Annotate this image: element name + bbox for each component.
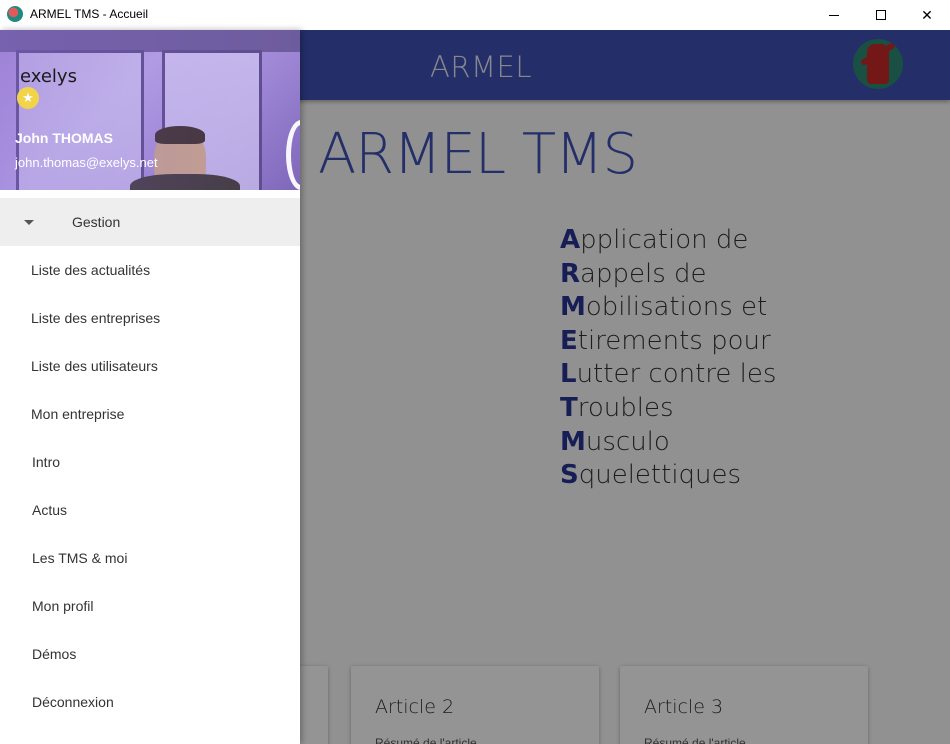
menu-group-gestion[interactable]: Gestion xyxy=(0,198,300,246)
window-title: ARMEL TMS - Accueil xyxy=(30,7,149,21)
menu-item-mon-profil[interactable]: Mon profil xyxy=(0,582,300,630)
drawer-header: exelys ★ John THOMAS john.thomas@exelys.… xyxy=(0,30,300,190)
caret-down-icon xyxy=(24,220,34,225)
close-button[interactable]: ✕ xyxy=(904,0,950,30)
menu-item-liste-entreprises[interactable]: Liste des entreprises xyxy=(0,294,300,342)
menu-item-actus[interactable]: Actus xyxy=(0,486,300,534)
menu-item-label: Mon entreprise xyxy=(31,406,125,422)
menu-item-label: Intro xyxy=(32,454,61,470)
menu-list: Liste des actualités Liste des entrepris… xyxy=(0,246,300,726)
app-icon xyxy=(7,6,23,22)
menu-item-label: Mon profil xyxy=(32,598,94,614)
maximize-icon xyxy=(876,10,886,20)
menu-item-label: Liste des entreprises xyxy=(31,310,161,326)
menu-item-label: Liste des utilisateurs xyxy=(31,358,158,374)
menu-item-liste-actualites[interactable]: Liste des actualités xyxy=(0,246,300,294)
menu-item-liste-utilisateurs[interactable]: Liste des utilisateurs xyxy=(0,342,300,390)
menu-item-deconnexion[interactable]: Déconnexion xyxy=(0,678,300,726)
minimize-button[interactable] xyxy=(811,0,857,30)
minimize-icon xyxy=(829,14,839,16)
menu-item-demos[interactable]: Démos xyxy=(0,630,300,678)
menu-item-label: Démos xyxy=(32,646,77,662)
menu-item-label: Déconnexion xyxy=(32,694,114,710)
user-email: john.thomas@exelys.net xyxy=(15,155,158,170)
window-titlebar: ARMEL TMS - Accueil ✕ xyxy=(0,0,950,30)
menu-item-label: Les TMS & moi xyxy=(32,550,128,566)
brand-logo: exelys xyxy=(20,66,77,87)
menu-group-label: Gestion xyxy=(72,214,121,230)
menu-item-tms-et-moi[interactable]: Les TMS & moi xyxy=(0,534,300,582)
user-name: John THOMAS xyxy=(15,130,113,146)
navigation-drawer: exelys ★ John THOMAS john.thomas@exelys.… xyxy=(0,30,300,744)
menu-item-intro[interactable]: Intro xyxy=(0,438,300,486)
menu-item-label: Liste des actualités xyxy=(31,262,151,278)
star-icon[interactable]: ★ xyxy=(17,87,39,109)
maximize-button[interactable] xyxy=(858,0,904,30)
close-icon: ✕ xyxy=(921,6,933,23)
menu-item-label: Actus xyxy=(32,502,68,518)
menu-item-mon-entreprise[interactable]: Mon entreprise xyxy=(0,390,300,438)
